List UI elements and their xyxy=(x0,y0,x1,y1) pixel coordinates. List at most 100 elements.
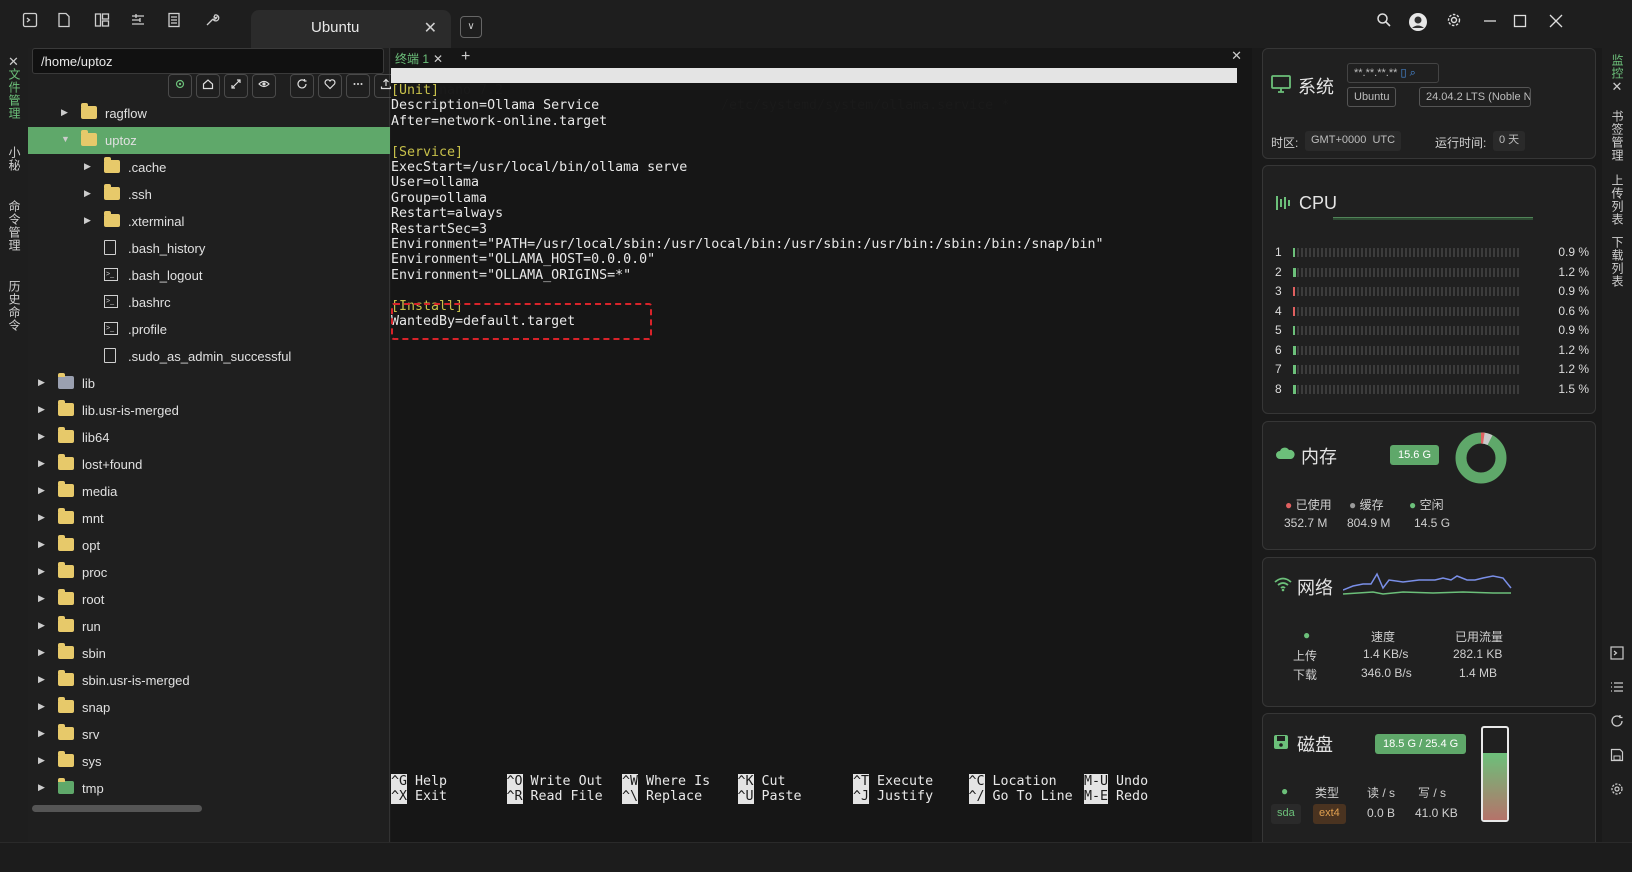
tree-item[interactable]: ▶ media xyxy=(28,478,390,505)
tab-history[interactable]: 历史命令 xyxy=(6,280,23,332)
locate-icon[interactable] xyxy=(168,74,192,98)
chevron-right-icon[interactable]: ▶ xyxy=(38,485,45,496)
tree-item[interactable]: ▶ sbin.usr-is-merged xyxy=(28,667,390,694)
tree-item[interactable]: >_ .profile xyxy=(28,316,390,343)
session-tab[interactable]: Ubuntu ✕ xyxy=(251,10,451,48)
chevron-right-icon[interactable]: ▶ xyxy=(38,539,45,550)
search-icon[interactable]: ⌕ xyxy=(1410,67,1416,79)
tree-item[interactable]: ▶ .xterminal xyxy=(28,208,390,235)
maximize-icon[interactable] xyxy=(1508,12,1532,36)
chevron-right-icon[interactable]: ▶ xyxy=(38,593,45,604)
tree-item[interactable]: ▶ opt xyxy=(28,532,390,559)
chevron-right-icon[interactable]: ▶ xyxy=(38,755,45,766)
chevron-down-icon[interactable]: ▼ xyxy=(61,134,70,144)
copy-icon[interactable]: ▯ xyxy=(1400,67,1406,79)
tree-item[interactable]: >_ .bashrc xyxy=(28,289,390,316)
heart-icon[interactable] xyxy=(318,74,342,98)
gear-icon[interactable] xyxy=(1608,782,1626,800)
nano-editor[interactable]: GNU nano 7.2 /etc/systemd/system/ollama.… xyxy=(391,68,1252,842)
tree-item[interactable]: ▶ .cache xyxy=(28,154,390,181)
horizontal-scrollbar[interactable] xyxy=(32,805,202,812)
chevron-right-icon[interactable]: ▶ xyxy=(38,782,45,793)
tree-item[interactable]: ▶ ragflow xyxy=(28,100,390,127)
memory-total: 15.6 G xyxy=(1390,445,1440,465)
tree-item[interactable]: ▶ tmp xyxy=(28,775,390,802)
home-icon[interactable] xyxy=(196,74,220,98)
chevron-right-icon[interactable]: ▶ xyxy=(61,107,68,118)
wrench-icon[interactable] xyxy=(200,12,224,36)
list-icon[interactable] xyxy=(162,12,186,36)
chevron-right-icon[interactable]: ▶ xyxy=(38,566,45,577)
list-icon[interactable] xyxy=(1608,680,1626,698)
chevron-right-icon[interactable]: ▶ xyxy=(38,647,45,658)
chevron-right-icon[interactable]: ▶ xyxy=(84,188,91,199)
chevron-right-icon[interactable]: ▶ xyxy=(38,620,45,631)
ip-box: **.**.**.** ▯ ⌕ xyxy=(1347,63,1439,83)
tree-item[interactable]: ▶ run xyxy=(28,613,390,640)
tab-upload-list[interactable]: 上传列表 xyxy=(1609,174,1626,226)
close-icon[interactable]: ✕ xyxy=(424,18,437,38)
tree-item[interactable]: ▶ lib xyxy=(28,370,390,397)
tree-item[interactable]: ▶ srv xyxy=(28,721,390,748)
refresh-icon[interactable] xyxy=(1608,714,1626,732)
terminal-tab[interactable]: 终端 1 ✕ xyxy=(391,48,447,68)
cpu-core-bar-fill xyxy=(1293,326,1296,335)
tree-item[interactable]: ▶ snap xyxy=(28,694,390,721)
minimize-icon[interactable] xyxy=(1478,12,1502,36)
tab-bookmarks[interactable]: 书签管理 xyxy=(1609,110,1626,162)
tree-item-label: root xyxy=(82,592,105,607)
disk-gauge xyxy=(1481,726,1509,822)
chevron-right-icon[interactable]: ▶ xyxy=(38,701,45,712)
gear-icon[interactable] xyxy=(1442,12,1466,36)
tree-item[interactable]: ▶ sbin xyxy=(28,640,390,667)
chevron-right-icon[interactable]: ▶ xyxy=(38,377,45,388)
transfer-icon[interactable] xyxy=(126,12,150,36)
cpu-core-value: 1.2 % xyxy=(1558,342,1589,357)
save-icon[interactable] xyxy=(1608,748,1626,766)
more-icon[interactable] xyxy=(346,74,370,98)
tree-item[interactable]: ▶ lib64 xyxy=(28,424,390,451)
file-icon[interactable] xyxy=(52,12,76,36)
tab-download-list[interactable]: 下载列表 xyxy=(1609,236,1626,288)
tab-command-manager[interactable]: 命令管理 xyxy=(6,200,23,252)
tree-item[interactable]: >_ .bash_logout xyxy=(28,262,390,289)
tree-item[interactable]: ▶ lost+found xyxy=(28,451,390,478)
tree-item[interactable]: ▶ lib.usr-is-merged xyxy=(28,397,390,424)
tree-item[interactable]: ▶ root xyxy=(28,586,390,613)
tree-item[interactable]: ▼ uptoz xyxy=(28,127,390,154)
avatar[interactable] xyxy=(1406,12,1430,36)
chevron-right-icon[interactable]: ▶ xyxy=(38,404,45,415)
path-input[interactable]: /home/uptoz xyxy=(32,48,384,74)
refresh-icon[interactable] xyxy=(290,74,314,98)
chevron-right-icon[interactable]: ▶ xyxy=(38,728,45,739)
tree-item[interactable]: ▶ .ssh xyxy=(28,181,390,208)
close-icon[interactable]: ✕ xyxy=(1231,48,1242,64)
eye-icon[interactable] xyxy=(252,74,276,98)
tree-item[interactable]: .bash_history xyxy=(28,235,390,262)
tab-file-manager[interactable]: 文件管理 xyxy=(6,68,23,120)
close-icon[interactable]: ✕ xyxy=(433,52,443,66)
chevron-right-icon[interactable]: ▶ xyxy=(84,215,91,226)
close-window-icon[interactable] xyxy=(1544,12,1568,36)
chevron-right-icon[interactable]: ▶ xyxy=(38,458,45,469)
editor-line: Environment="OLLAMA_HOST=0.0.0.0" xyxy=(391,252,656,268)
tree-item[interactable]: ▶ proc xyxy=(28,559,390,586)
chevron-right-icon[interactable]: ▶ xyxy=(38,431,45,442)
layout-icon[interactable] xyxy=(90,12,114,36)
chevron-right-icon[interactable]: ▶ xyxy=(84,161,91,172)
tree-item[interactable]: ▶ mnt xyxy=(28,505,390,532)
chevron-right-icon[interactable]: ▶ xyxy=(38,674,45,685)
close-icon[interactable]: ✕ xyxy=(1608,78,1626,96)
terminal-icon[interactable] xyxy=(18,12,42,36)
tab-assistant[interactable]: 小秘 xyxy=(6,146,23,172)
tab-monitor[interactable]: 监控 xyxy=(1609,54,1626,80)
folder-icon xyxy=(104,157,120,173)
collapse-icon[interactable] xyxy=(224,74,248,98)
tree-item[interactable]: .sudo_as_admin_successful xyxy=(28,343,390,370)
terminal-icon[interactable] xyxy=(1608,646,1626,664)
search-icon[interactable] xyxy=(1372,12,1396,36)
chevron-down-icon[interactable]: ∨ xyxy=(460,16,482,38)
chevron-right-icon[interactable]: ▶ xyxy=(38,512,45,523)
tree-item[interactable]: ▶ sys xyxy=(28,748,390,775)
add-terminal-button[interactable]: + xyxy=(461,48,470,66)
